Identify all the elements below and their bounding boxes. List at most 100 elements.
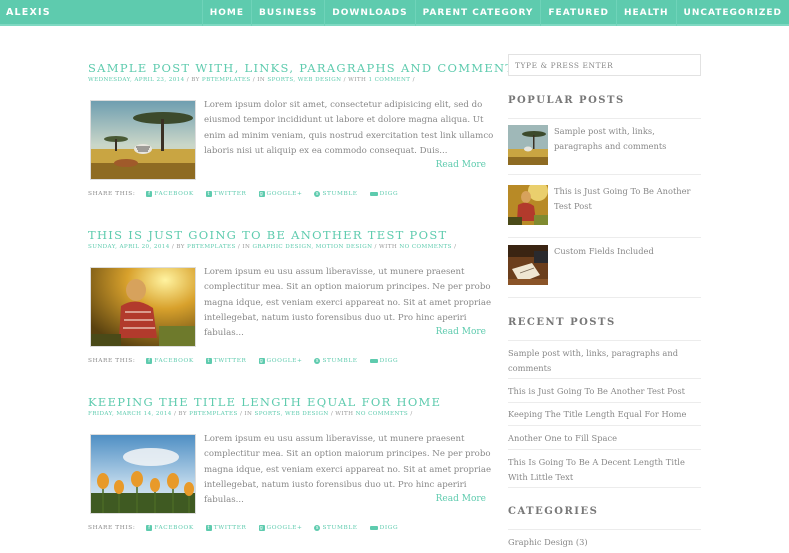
share-digg-link[interactable]: DIGG [369,191,399,197]
share-facebook-link[interactable]: f FACEBOOK [146,191,193,197]
share-bar: SHARE THIS: f FACEBOOK t TWITTER g GOOGLE+ … [88,358,410,364]
divider [508,118,701,119]
read-more-link[interactable]: Read More [436,494,486,504]
share-twitter-label: TWITTER [213,191,247,197]
stumbleupon-icon: s [314,191,321,197]
share-twitter-link[interactable]: t TWITTER [205,525,247,531]
recent-post-link[interactable]: Keeping The Title Length Equal For Home [508,407,701,422]
nav-item-featured[interactable]: FEATURED [540,0,616,26]
post-category-link[interactable]: MOTION DESIGN [316,244,373,250]
post-author-link[interactable]: PBTEMPLATES [187,244,236,250]
recent-post-link[interactable]: Sample post with, links, paragraphs and … [508,346,701,375]
recent-posts-heading: RECENT POSTS [508,317,616,328]
recent-post-link[interactable]: This Is Going To Be A Decent Length Titl… [508,455,701,484]
share-digg-link[interactable]: DIGG [369,525,399,531]
post-category-link[interactable]: WEB DESIGN [285,411,329,417]
post-category-link[interactable]: SPORTS [255,411,281,417]
divider [508,425,701,426]
share-digg-label: DIGG [379,358,399,364]
nav-item-downloads[interactable]: DOWNLOADS [324,0,414,26]
post-title-link[interactable]: KEEPING THE TITLE LENGTH EQUAL FOR HOME [88,395,441,409]
read-more-link[interactable]: Read More [436,327,486,337]
digg-icon [369,359,378,363]
share-twitter-link[interactable]: t TWITTER [205,358,247,364]
divider [508,449,701,450]
post-comments-link[interactable]: NO COMMENTS [356,411,409,417]
post-category-link[interactable]: WEB DESIGN [298,77,342,83]
recent-post-link[interactable]: Another One to Fill Space [508,431,701,446]
meta-separator: / BY [171,411,190,417]
nav-item-home[interactable]: HOME [201,0,251,26]
meta-separator: / [451,244,457,250]
popular-post-thumbnail[interactable] [508,245,548,285]
post-thumbnail[interactable] [90,267,196,347]
facebook-icon: f [146,358,153,364]
meta-separator: / [410,77,415,83]
post-thumbnail[interactable] [90,434,196,514]
popular-post-item: This is Just Going To Be Another Test Po… [508,185,701,235]
post-author-link[interactable]: PBTEMPLATES [189,411,238,417]
divider [508,237,701,238]
divider [508,402,701,403]
post-date-link[interactable]: WEDNESDAY, APRIL 23, 2014 [88,77,185,83]
post-meta: SUNDAY, APRIL 20, 2014 / BY PBTEMPLATES … [88,244,456,250]
nav-item-uncategorized[interactable]: UNCATEGORIZED [675,0,789,26]
share-stumbleupon-label: STUMBLE [322,358,358,364]
share-bar: SHARE THIS: f FACEBOOK t TWITTER g GOOGLE+ … [88,525,410,531]
share-google-plus-link[interactable]: g GOOGLE+ [258,358,303,364]
share-twitter-label: TWITTER [213,525,247,531]
post-thumbnail[interactable] [90,100,196,180]
facebook-icon: f [146,191,153,197]
post-date-link[interactable]: FRIDAY, MARCH 14, 2014 [88,411,172,417]
divider [508,378,701,379]
share-google-plus-link[interactable]: g GOOGLE+ [258,191,303,197]
share-twitter-label: TWITTER [213,358,247,364]
meta-separator: / [408,411,413,417]
post-comments-link[interactable]: NO COMMENTS [399,244,452,250]
popular-post-title-link[interactable]: Sample post with, links, paragraphs and … [554,124,704,153]
read-more-link[interactable]: Read More [436,160,486,170]
share-label: SHARE THIS: [88,525,136,531]
divider [508,487,701,488]
digg-icon [369,192,378,196]
categories-heading: CATEGORIES [508,506,599,517]
popular-post-title-link[interactable]: Custom Fields Included [554,244,704,259]
popular-post-item: Custom Fields Included [508,245,701,295]
site-brand-link[interactable]: ALEXIS [6,0,51,26]
share-facebook-link[interactable]: f FACEBOOK [146,525,193,531]
share-stumbleupon-link[interactable]: s STUMBLE [314,358,357,364]
nav-item-health[interactable]: HEALTH [615,0,676,26]
nav-item-parent-category[interactable]: PARENT CATEGORY [414,0,541,26]
google-plus-icon: g [258,191,265,197]
share-facebook-link[interactable]: f FACEBOOK [146,358,193,364]
popular-post-thumbnail[interactable] [508,185,548,225]
popular-post-title-link[interactable]: This is Just Going To Be Another Test Po… [554,184,704,213]
meta-separator: / BY [184,77,202,83]
popular-post-thumbnail[interactable] [508,125,548,165]
facebook-icon: f [146,525,153,531]
stumbleupon-icon: s [314,525,321,531]
post-meta: FRIDAY, MARCH 14, 2014 / BY PBTEMPLATES … [88,411,413,417]
share-digg-label: DIGG [379,525,399,531]
recent-post-link[interactable]: This is Just Going To Be Another Test Po… [508,384,701,399]
post-category-link[interactable]: SPORTS [267,77,293,83]
share-stumbleupon-link[interactable]: s STUMBLE [314,525,357,531]
search-input[interactable] [508,54,701,76]
share-google-plus-link[interactable]: g GOOGLE+ [258,525,303,531]
share-digg-link[interactable]: DIGG [369,358,399,364]
share-google-plus-label: GOOGLE+ [266,191,303,197]
post-comments-link[interactable]: 1 COMMENT [368,77,410,83]
post-category-link[interactable]: GRAPHIC DESIGN [252,244,311,250]
girl-sunlight-image [508,185,548,225]
google-plus-icon: g [258,525,265,531]
nav-item-business[interactable]: BUSINESS [251,0,324,26]
share-facebook-label: FACEBOOK [154,525,194,531]
post-author-link[interactable]: PBTEMPLATES [202,77,251,83]
share-google-plus-label: GOOGLE+ [266,525,303,531]
category-link[interactable]: Graphic Design (3) [508,535,701,550]
share-stumbleupon-link[interactable]: s STUMBLE [314,191,357,197]
post-date-link[interactable]: SUNDAY, APRIL 20, 2014 [88,244,170,250]
post-title-link[interactable]: THIS IS JUST GOING TO BE ANOTHER TEST PO… [88,228,447,242]
share-twitter-link[interactable]: t TWITTER [205,191,247,197]
post-title-link[interactable]: SAMPLE POST WITH, LINKS, PARAGRAPHS AND … [88,61,524,75]
